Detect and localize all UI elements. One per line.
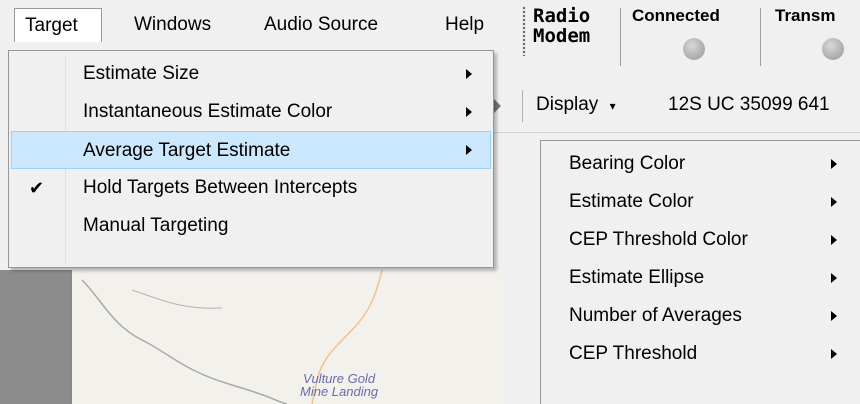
map-place-label: Vulture Gold Mine Landing: [300, 371, 379, 399]
submenu-arrow-icon: [466, 107, 472, 117]
divider: [620, 8, 621, 66]
submenu-arrow-icon: [466, 69, 472, 79]
submenu-item-estimate-ellipse[interactable]: Estimate Ellipse: [543, 259, 858, 297]
submenu-arrow-icon: [831, 311, 837, 321]
submenu-arrow-icon: [831, 349, 837, 359]
divider: [760, 8, 761, 66]
menu-item-average-target-estimate[interactable]: Average Target Estimate: [11, 131, 491, 169]
menu-item-label: Manual Targeting: [83, 215, 229, 236]
checkmark-icon: ✔: [29, 178, 45, 198]
submenu-arrow-icon: [831, 273, 837, 283]
transmit-led-icon: [822, 38, 844, 60]
menu-item-label: Estimate Color: [569, 191, 694, 212]
menu-item-label: Estimate Ellipse: [569, 267, 705, 288]
menu-audio-source-label: Audio Source: [264, 14, 379, 35]
menu-item-label: Bearing Color: [569, 153, 686, 174]
radio-status-panel: Radio Modem Connected Transm: [520, 0, 860, 80]
map-view[interactable]: [70, 270, 502, 404]
display-label: Display: [536, 94, 599, 115]
menu-item-label: Instantaneous Estimate Color: [83, 101, 333, 122]
divider: [522, 90, 523, 122]
menu-bar: Target Windows Audio Source Help: [0, 0, 520, 50]
menu-item-hold-targets[interactable]: ✔ Hold Targets Between Intercepts: [11, 169, 491, 207]
menu-audio-source[interactable]: Audio Source: [254, 8, 388, 42]
chevron-down-icon: ▾: [609, 99, 616, 113]
submenu-arrow-icon: [831, 235, 837, 245]
display-dropdown-button[interactable]: Display ▾: [536, 94, 616, 116]
menu-item-estimate-size[interactable]: Estimate Size: [11, 55, 491, 93]
submenu-item-cep-threshold-color[interactable]: CEP Threshold Color: [543, 221, 858, 259]
average-target-estimate-submenu: Bearing Color Estimate Color CEP Thresho…: [540, 140, 860, 404]
coordinate-readout: 12S UC 35099 641: [668, 94, 830, 115]
submenu-item-number-of-averages[interactable]: Number of Averages: [543, 297, 858, 335]
radio-modem-title: Radio Modem: [533, 5, 591, 47]
connected-label: Connected: [632, 6, 720, 25]
menu-help[interactable]: Help: [435, 8, 494, 42]
menu-windows[interactable]: Windows: [124, 8, 221, 42]
map-left-border: [0, 270, 70, 404]
menu-item-label: CEP Threshold: [569, 343, 698, 364]
menu-item-label: Hold Targets Between Intercepts: [83, 177, 358, 198]
map-roads: [81, 270, 383, 404]
transmit-label: Transm: [775, 6, 836, 25]
toolbar-grip[interactable]: [522, 6, 526, 56]
menu-item-label: CEP Threshold Color: [569, 229, 748, 250]
submenu-item-estimate-color[interactable]: Estimate Color: [543, 183, 858, 221]
submenu-arrow-icon: [466, 145, 472, 155]
menu-item-label: Estimate Size: [83, 63, 200, 84]
submenu-item-cep-threshold[interactable]: CEP Threshold: [543, 335, 858, 373]
menu-item-instantaneous-estimate-color[interactable]: Instantaneous Estimate Color: [11, 93, 491, 131]
map-toolbar: Display ▾ 12S UC 35099 641: [490, 80, 860, 133]
toolbar-overflow-icon[interactable]: [494, 99, 501, 113]
menu-windows-label: Windows: [134, 14, 212, 35]
menu-item-label: Average Target Estimate: [83, 140, 291, 161]
menu-item-manual-targeting[interactable]: Manual Targeting: [11, 207, 491, 245]
menu-target[interactable]: Target: [14, 8, 102, 42]
menu-target-label: Target: [25, 15, 78, 36]
target-dropdown-menu: Estimate Size Instantaneous Estimate Col…: [8, 50, 494, 268]
submenu-item-bearing-color[interactable]: Bearing Color: [543, 145, 858, 183]
menu-item-label: Number of Averages: [569, 305, 742, 326]
connected-led-icon: [683, 38, 705, 60]
menu-help-label: Help: [445, 14, 485, 35]
submenu-arrow-icon: [831, 159, 837, 169]
submenu-arrow-icon: [831, 197, 837, 207]
